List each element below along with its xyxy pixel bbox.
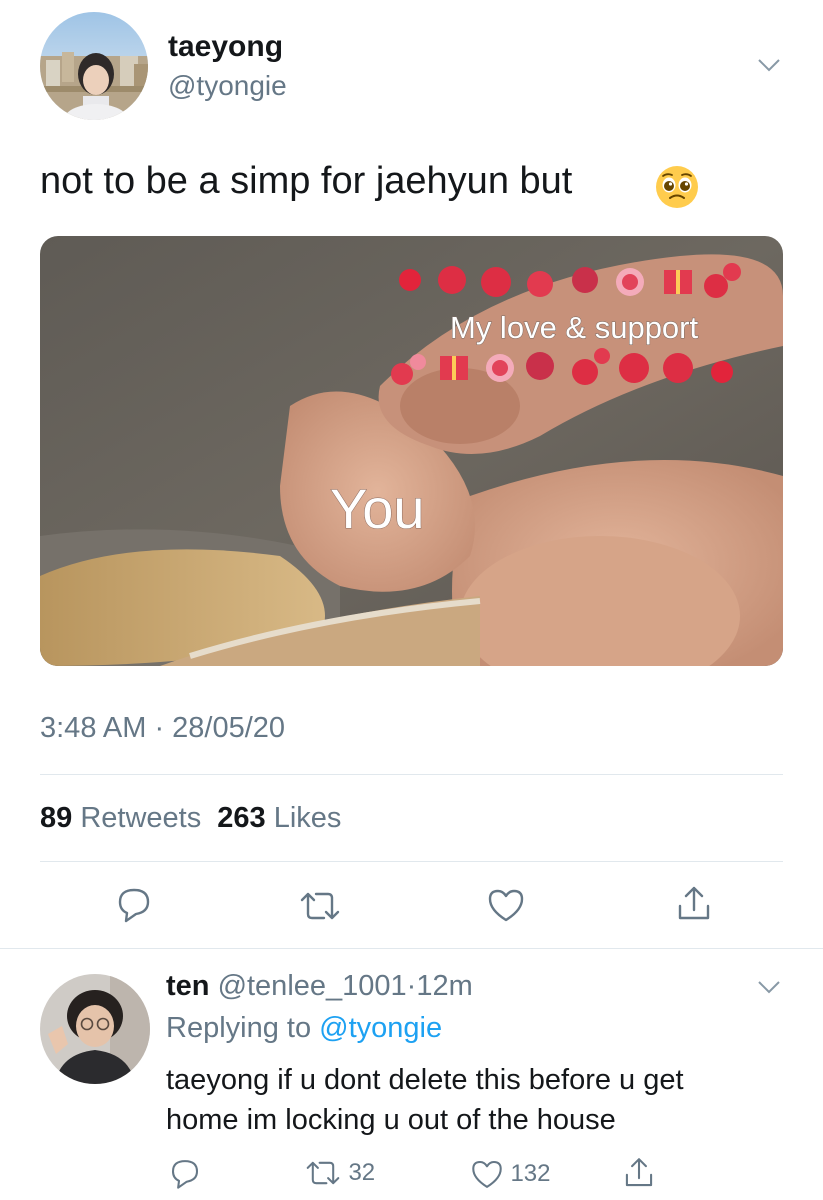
reply-text-line-1: taeyong if u dont delete this before u g… <box>166 1064 684 1096</box>
reply-text-line-2: home im locking u out of the house <box>166 1104 616 1136</box>
meme-caption-top: My love & support <box>450 310 698 345</box>
chevron-down-icon[interactable] <box>756 978 782 996</box>
retweets-count: 89 <box>40 802 73 834</box>
retweet-icon[interactable] <box>296 886 344 926</box>
retweets-stat[interactable]: 89 Retweets <box>40 802 209 834</box>
likes-count: 263 <box>217 802 266 834</box>
author-avatar[interactable] <box>40 12 148 120</box>
retweet-icon <box>306 1161 340 1185</box>
share-icon[interactable] <box>620 1154 658 1192</box>
reply-handle[interactable]: @tenlee_1001 <box>218 970 407 1002</box>
reply-icon[interactable] <box>166 1156 204 1192</box>
like-icon[interactable] <box>484 884 528 926</box>
tweet-stats: 89 Retweets 263 Likes <box>40 802 341 835</box>
author-display-name[interactable]: taeyong <box>168 30 283 64</box>
reply-separator: · <box>406 970 417 1002</box>
tweet-text: not to be a simp for jaehyun but <box>40 160 573 202</box>
pleading-face-emoji-icon <box>656 166 698 208</box>
reply-display-name[interactable]: ten <box>166 970 210 1002</box>
reply-likes-count: 132 <box>510 1160 551 1187</box>
reply-author-avatar[interactable] <box>40 974 150 1084</box>
divider <box>0 948 823 949</box>
replying-to-prefix: Replying to <box>166 1012 312 1044</box>
reply-header: ten @tenlee_1001·12m <box>166 970 473 1003</box>
reply-time[interactable]: 12m <box>416 970 472 1002</box>
replying-to-handle[interactable]: @tyongie <box>319 1012 442 1044</box>
share-icon[interactable] <box>672 882 716 926</box>
tweet-media-image[interactable]: My love & support You <box>40 236 783 666</box>
divider <box>40 774 783 775</box>
divider <box>40 861 783 862</box>
reply-retweet-action[interactable]: 32 <box>302 1156 375 1194</box>
reply-icon[interactable] <box>112 884 156 926</box>
retweets-label: Retweets <box>80 802 202 834</box>
author-handle[interactable]: @tyongie <box>168 70 287 102</box>
tweet-timestamp[interactable]: 3:48 AM · 28/05/20 <box>40 712 285 745</box>
likes-stat[interactable]: 263 Likes <box>217 802 341 834</box>
chevron-down-icon[interactable] <box>756 56 782 74</box>
tweet-text-line: not to be a simp for jaehyun but <box>40 160 572 203</box>
reply-like-action[interactable]: 132 <box>468 1156 551 1194</box>
meme-caption-bottom: You <box>330 477 425 540</box>
replying-to: Replying to @tyongie <box>166 1012 442 1045</box>
likes-label: Likes <box>273 802 342 834</box>
reply-retweets-count: 32 <box>348 1159 376 1186</box>
like-icon <box>472 1160 502 1188</box>
